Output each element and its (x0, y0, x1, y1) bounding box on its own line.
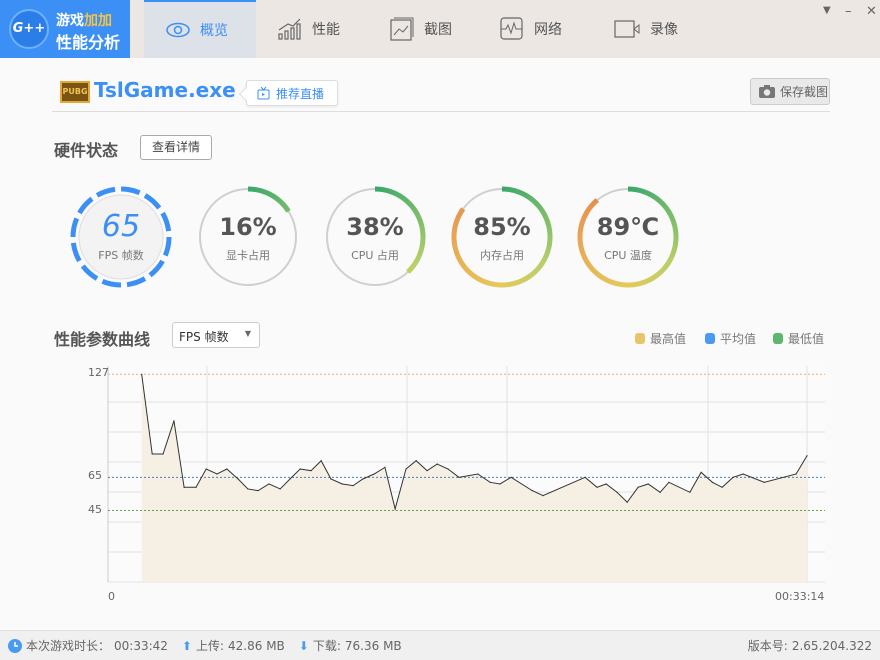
y-tick-label: 65 (88, 469, 102, 482)
data-point (806, 455, 807, 456)
version-value: 2.65.204.322 (792, 639, 872, 653)
data-point (268, 483, 269, 484)
data-point (743, 473, 744, 474)
data-point (152, 453, 153, 454)
data-point (616, 492, 617, 493)
data-point (458, 477, 459, 478)
data-point (732, 477, 733, 478)
data-point (342, 483, 343, 484)
data-point (321, 460, 322, 461)
data-point (477, 473, 478, 474)
y-tick-label: 127 (88, 366, 109, 379)
data-point (162, 453, 163, 454)
y-tick-label: 45 (88, 503, 102, 516)
data-point (764, 482, 765, 483)
version-label: 版本号: (748, 637, 788, 654)
data-point (362, 478, 363, 479)
duration-label: 本次游戏时长： (26, 637, 110, 654)
data-point (280, 488, 281, 489)
data-point (722, 487, 723, 488)
data-point (300, 468, 301, 469)
data-point (141, 374, 142, 375)
data-point (373, 473, 374, 474)
data-point (437, 463, 438, 464)
data-point (596, 487, 597, 488)
data-point (330, 478, 331, 479)
data-point (585, 477, 586, 478)
data-point (216, 473, 217, 474)
data-point (257, 490, 258, 491)
data-point (511, 477, 512, 478)
data-point (247, 488, 248, 489)
data-point (532, 490, 533, 491)
data-point (184, 487, 185, 488)
data-point (490, 482, 491, 483)
data-point (606, 483, 607, 484)
data-point (289, 478, 290, 479)
data-point (352, 485, 353, 486)
data-point (395, 508, 396, 509)
status-bar: 本次游戏时长： 00:33:42 ⬆ 上传: 42.86 MB ⬇ 下载: 76.36 M… (0, 630, 880, 660)
data-point (499, 483, 500, 484)
upload-value: 42.86 MB (228, 639, 285, 653)
download-label: 下载: (313, 637, 341, 654)
x-end-label: 00:33:14 (775, 590, 824, 603)
data-point (173, 420, 174, 421)
data-point (542, 495, 543, 496)
data-point (796, 473, 797, 474)
download-arrow-icon: ⬇ (299, 639, 309, 653)
x-start-label: 0 (108, 590, 115, 603)
data-point (712, 482, 713, 483)
data-point (648, 483, 649, 484)
fps-chart (0, 0, 880, 620)
download-value: 76.36 MB (345, 639, 402, 653)
data-point (310, 470, 311, 471)
data-point (701, 472, 702, 473)
data-point (206, 468, 207, 469)
duration-value: 00:33:42 (114, 639, 168, 653)
clock-icon (8, 639, 22, 653)
data-point (668, 482, 669, 483)
data-point (637, 487, 638, 488)
data-point (627, 502, 628, 503)
data-point (426, 470, 427, 471)
data-point (226, 468, 227, 469)
data-point (447, 468, 448, 469)
data-point (660, 492, 661, 493)
data-point (195, 487, 196, 488)
data-point (416, 460, 417, 461)
data-point (405, 468, 406, 469)
data-point (384, 467, 385, 468)
upload-arrow-icon: ⬆ (182, 639, 192, 653)
data-point (237, 478, 238, 479)
data-point (689, 492, 690, 493)
upload-label: 上传: (196, 637, 224, 654)
